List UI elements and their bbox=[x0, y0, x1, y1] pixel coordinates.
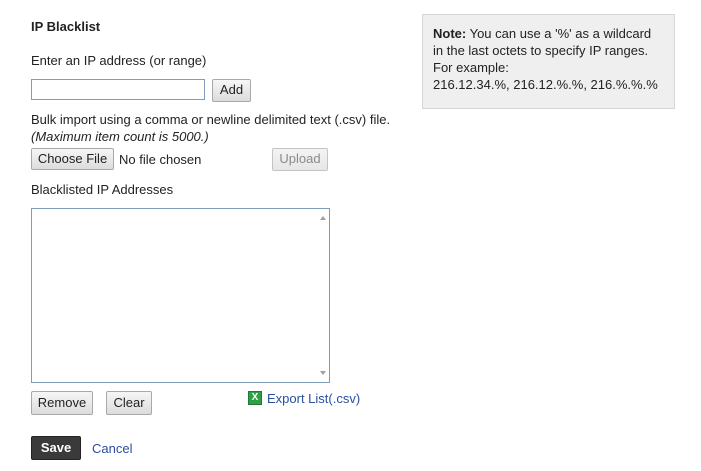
note-line-1: You can use a '%' as a wildcard bbox=[466, 26, 652, 41]
bulk-import-description: Bulk import using a comma or newline del… bbox=[31, 112, 391, 127]
excel-icon[interactable]: X bbox=[248, 391, 262, 405]
remove-button[interactable]: Remove bbox=[31, 391, 93, 415]
page-title: IP Blacklist bbox=[31, 19, 101, 34]
upload-button[interactable]: Upload bbox=[272, 148, 328, 171]
note-heading: Note: bbox=[433, 26, 467, 41]
cancel-link[interactable]: Cancel bbox=[92, 441, 132, 456]
ip-input-label: Enter an IP address (or range) bbox=[31, 53, 207, 68]
blacklist-label: Blacklisted IP Addresses bbox=[31, 182, 174, 197]
note-line-2: in the last octets to specify IP ranges. bbox=[433, 43, 649, 58]
file-status-text: No file chosen bbox=[119, 152, 202, 167]
note-line-3: For example: bbox=[433, 60, 509, 75]
note-line-4: 216.12.34.%, 216.12.%.%, 216.%.%.% bbox=[433, 77, 658, 92]
blacklisted-ip-list[interactable] bbox=[31, 208, 330, 383]
max-item-note: (Maximum item count is 5000.) bbox=[31, 129, 209, 144]
save-button[interactable]: Save bbox=[31, 436, 81, 460]
choose-file-button[interactable]: Choose File bbox=[31, 148, 114, 170]
add-button[interactable]: Add bbox=[212, 79, 251, 102]
wildcard-note-box: Note: You can use a '%' as a wildcard in… bbox=[422, 14, 675, 109]
scroll-up-arrow-icon[interactable] bbox=[320, 216, 326, 220]
clear-button[interactable]: Clear bbox=[106, 391, 152, 415]
scroll-down-arrow-icon[interactable] bbox=[320, 371, 326, 375]
export-list-link[interactable]: Export List(.csv) bbox=[267, 391, 360, 406]
ip-address-input[interactable] bbox=[31, 79, 205, 100]
